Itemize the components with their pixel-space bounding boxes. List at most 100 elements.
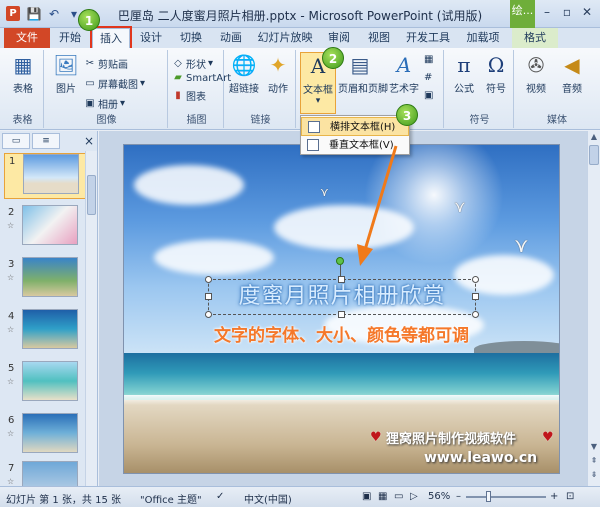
slide-thumbnail-image: [22, 461, 78, 486]
chevron-down-icon: ▾: [208, 58, 214, 69]
header-footer-button[interactable]: ▤ 页眉和页脚: [338, 52, 388, 95]
table-icon: ▦: [13, 53, 33, 77]
shapes-button[interactable]: ◇ 形状 ▾: [172, 56, 214, 72]
group-label-illustrations: 插图: [186, 115, 207, 126]
animation-star-icon: ☆: [7, 325, 15, 334]
screenshot-button[interactable]: ▭ 屏幕截图 ▾: [84, 76, 145, 92]
zoom-slider-track[interactable]: [466, 496, 546, 498]
slide-thumbnail[interactable]: 5 ☆: [4, 361, 92, 407]
slide-number-icon[interactable]: #: [424, 72, 432, 83]
tab-developer[interactable]: 开发工具: [400, 28, 456, 48]
cloud: [134, 165, 244, 205]
zoom-out-icon[interactable]: –: [456, 491, 461, 502]
tab-slides[interactable]: ▭: [2, 133, 30, 149]
photo-album-button[interactable]: ▣ 相册 ▾: [84, 96, 126, 112]
status-bar: 幻灯片 第 1 张，共 15 张 "Office 主题" ✓ 中文(中国) ▣ …: [0, 486, 600, 507]
object-icon[interactable]: ▣: [424, 90, 433, 101]
tab-format[interactable]: 格式: [512, 28, 558, 48]
normal-view-icon[interactable]: ▣: [362, 491, 371, 502]
tab-animations[interactable]: 动画: [212, 28, 250, 48]
tab-view[interactable]: 视图: [360, 28, 398, 48]
slide-thumbnail[interactable]: 3 ☆: [4, 257, 92, 303]
scrollbar-thumb[interactable]: [589, 145, 599, 165]
speaker-icon: ◀: [564, 53, 580, 77]
date-time-icon[interactable]: ▦: [424, 54, 433, 65]
tab-home[interactable]: 开始: [52, 28, 88, 48]
globe-icon: 🌐: [231, 53, 257, 77]
tab-design[interactable]: 设计: [132, 28, 170, 48]
slide-thumbnail[interactable]: 1: [4, 153, 92, 199]
slide-canvas[interactable]: ⋎ ⋎ ⋎ 度蜜月照片相册欣赏 文字的字体、大小、颜色等都可调 ♥ 狸窝照片制作…: [123, 144, 560, 474]
zoom-level[interactable]: 56%: [428, 491, 450, 502]
maximize-icon[interactable]: ▫: [558, 3, 576, 21]
chevron-down-icon: ▾: [120, 98, 126, 109]
next-slide-icon[interactable]: ⇟: [588, 469, 600, 481]
group-label-links: 链接: [250, 115, 271, 126]
tab-addins[interactable]: 加载项: [458, 28, 508, 48]
slide-subtitle[interactable]: 文字的字体、大小、颜色等都可调: [214, 321, 514, 346]
slideshow-icon[interactable]: ▷: [410, 491, 418, 502]
animation-star-icon: ☆: [7, 429, 15, 438]
slide-title[interactable]: 度蜜月照片相册欣赏: [210, 281, 474, 313]
close-icon[interactable]: ×: [84, 133, 94, 149]
minimize-icon[interactable]: –: [538, 3, 556, 21]
slide-thumbnail[interactable]: 7 ☆: [4, 461, 92, 486]
clipart-button[interactable]: ✂ 剪贴画: [84, 56, 128, 72]
close-icon[interactable]: ✕: [578, 3, 596, 21]
previous-slide-icon[interactable]: ⇞: [588, 455, 600, 467]
menu-item-horizontal-textbox[interactable]: 横排文本框(H): [301, 117, 409, 136]
zoom-in-icon[interactable]: +: [550, 491, 558, 502]
table-button[interactable]: ▦ 表格: [5, 52, 41, 95]
slide-sorter-icon[interactable]: ▦: [378, 491, 387, 502]
tab-slideshow[interactable]: 幻灯片放映: [252, 28, 318, 48]
scroll-up-icon[interactable]: ▲: [588, 131, 600, 143]
language-indicator[interactable]: 中文(中国): [244, 491, 292, 506]
photo-album-icon: ▣: [85, 97, 95, 109]
pi-icon: π: [457, 53, 471, 77]
equation-button[interactable]: π 公式: [446, 52, 482, 95]
window-controls: – ▫ ✕: [538, 3, 596, 21]
wordart-button[interactable]: A 艺术字: [386, 52, 422, 95]
panel-scrollbar[interactable]: [85, 151, 97, 486]
picture-icon: 🖼: [53, 53, 79, 77]
theme-name: "Office 主题": [140, 495, 202, 506]
slide-thumbnail[interactable]: 4 ☆: [4, 309, 92, 355]
smartart-button[interactable]: ▰ SmartArt: [172, 72, 231, 84]
animation-star-icon: ☆: [7, 477, 15, 486]
slide-thumbnail[interactable]: 6 ☆: [4, 413, 92, 459]
slides-panel: ▭ ≡ × 1 2 ☆ 3 ☆ 4 ☆ 5 ☆ 6 ☆ 7 ☆: [0, 131, 98, 486]
tab-file[interactable]: 文件: [4, 28, 50, 48]
heart-icon: ♥: [542, 430, 554, 445]
audio-button[interactable]: ◀ 音频: [554, 52, 590, 95]
fit-to-window-icon[interactable]: ⊡: [566, 491, 574, 502]
tab-review[interactable]: 审阅: [320, 28, 358, 48]
slide-thumbnail-image: [22, 309, 78, 349]
group-links: 🌐 超链接 ✦ 动作 链接: [226, 50, 296, 128]
menu-item-vertical-textbox[interactable]: 垂直文本框(V): [301, 136, 409, 155]
tab-outline[interactable]: ≡: [32, 133, 60, 149]
slide-thumbnail-image: [22, 205, 78, 245]
tab-transitions[interactable]: 切换: [172, 28, 210, 48]
reading-view-icon[interactable]: ▭: [394, 491, 403, 502]
insert-tab-highlight: [90, 26, 132, 50]
screenshot-icon: ▭: [85, 77, 95, 89]
smartart-icon: ▰: [174, 72, 182, 83]
action-button[interactable]: ✦ 动作: [260, 52, 296, 95]
spellcheck-icon[interactable]: ✓: [216, 491, 224, 502]
panel-tabs: ▭ ≡ ×: [2, 133, 96, 149]
scrollbar-thumb[interactable]: [87, 175, 96, 215]
zoom-slider-thumb[interactable]: [486, 491, 491, 502]
clipart-icon: ✂: [85, 57, 95, 69]
slide-thumbnail[interactable]: 2 ☆: [4, 205, 92, 251]
symbol-button[interactable]: Ω 符号: [478, 52, 514, 95]
chart-button[interactable]: ▮ 图表: [172, 88, 206, 104]
video-button[interactable]: ✇ 视频: [518, 52, 554, 95]
group-images: 🖼 图片 ✂ 剪贴画 ▭ 屏幕截图 ▾ ▣ 相册 ▾ 图像: [46, 50, 168, 128]
rotation-handle[interactable]: [336, 257, 344, 265]
picture-button[interactable]: 🖼 图片: [48, 52, 84, 95]
vertical-scrollbar[interactable]: ▲ ▼ ⇞ ⇟: [587, 131, 600, 486]
watermark-brand: 狸窝照片制作视频软件: [386, 432, 517, 447]
animation-star-icon: ☆: [7, 273, 15, 282]
scroll-down-icon[interactable]: ▼: [588, 441, 600, 453]
hyperlink-button[interactable]: 🌐 超链接: [226, 52, 262, 95]
